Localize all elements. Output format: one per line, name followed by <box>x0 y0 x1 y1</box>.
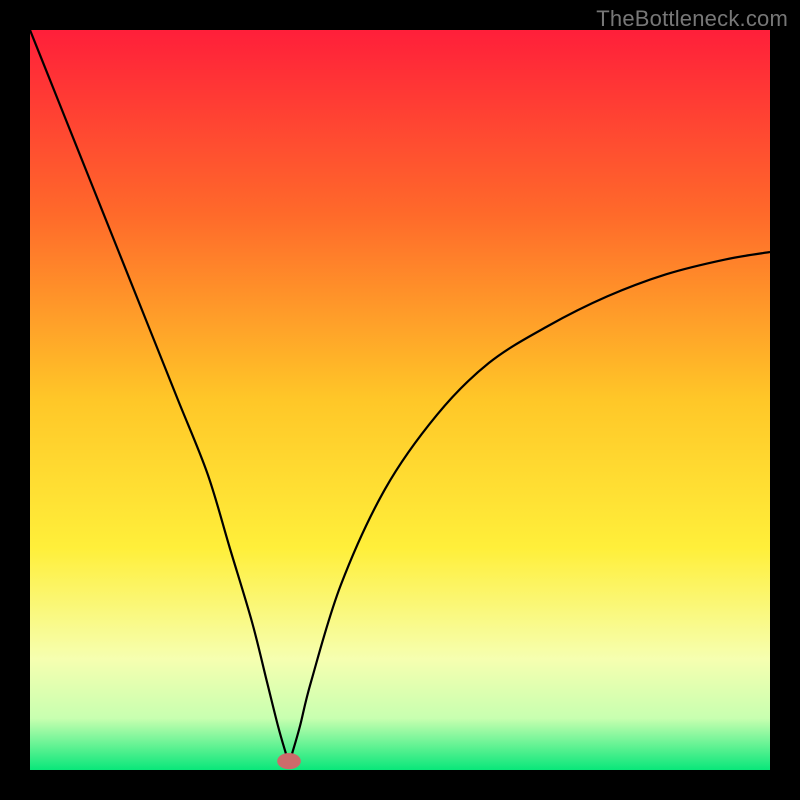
optimal-point-marker <box>277 753 301 769</box>
chart-bottleneck <box>30 30 770 770</box>
watermark-text: TheBottleneck.com <box>596 6 788 32</box>
chart-background <box>30 30 770 770</box>
chart-svg <box>30 30 770 770</box>
